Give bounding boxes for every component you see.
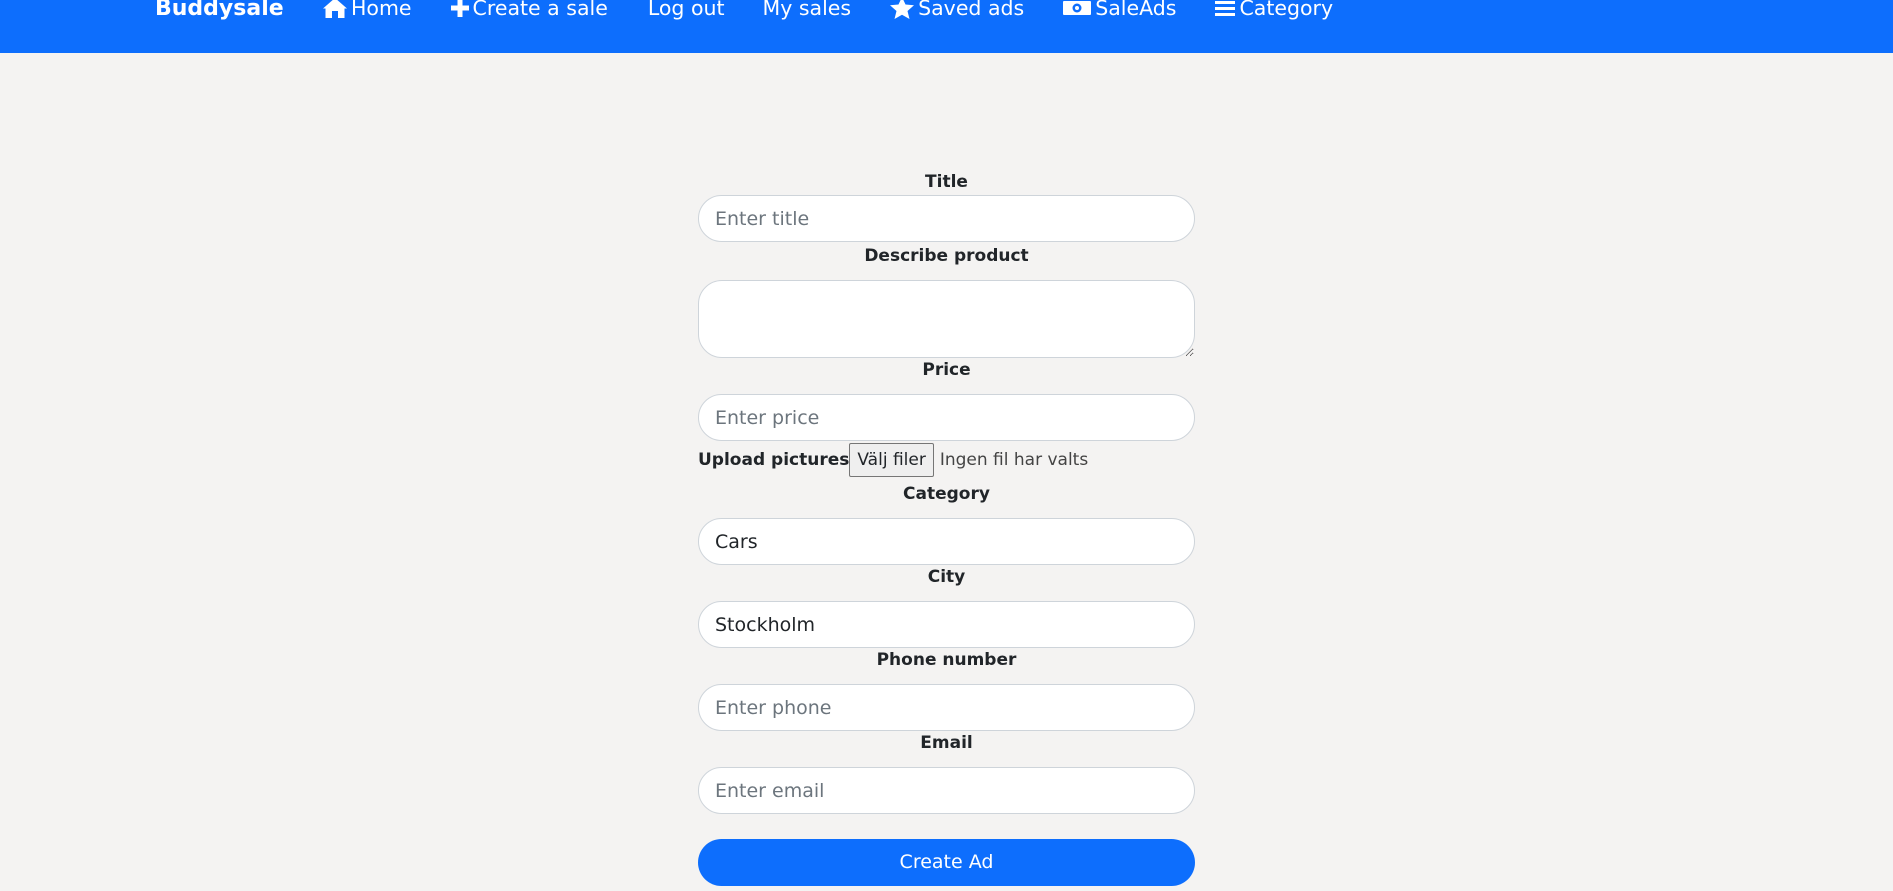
nav-home-label: Home: [351, 0, 412, 20]
nav-category[interactable]: Category: [1214, 0, 1333, 20]
home-icon: [323, 0, 347, 18]
nav-home[interactable]: Home: [322, 0, 412, 20]
choose-files-button[interactable]: Välj filer: [849, 443, 934, 477]
brand-logo[interactable]: Buddysale: [155, 0, 284, 21]
description-textarea[interactable]: [698, 280, 1195, 358]
city-input[interactable]: [698, 601, 1195, 648]
category-label: Category: [903, 484, 990, 504]
top-navbar: Buddysale Home Create a sale Log out My …: [0, 0, 1893, 53]
nav-category-label: Category: [1239, 0, 1334, 20]
title-input[interactable]: [698, 195, 1195, 242]
create-ad-button[interactable]: Create Ad: [698, 839, 1195, 886]
money-icon: [1063, 1, 1092, 15]
nav-saved-ads[interactable]: Saved ads: [889, 0, 1024, 20]
nav-menu: Home Create a sale Log out My sales Save…: [322, 0, 1371, 20]
nav-saved-ads-label: Saved ads: [918, 0, 1025, 20]
description-label: Describe product: [864, 246, 1029, 266]
nav-create-sale[interactable]: Create a sale: [450, 0, 608, 20]
email-label: Email: [920, 733, 973, 753]
city-label: City: [927, 567, 966, 587]
nav-saleads-label: SaleAds: [1095, 0, 1177, 20]
nav-my-sales[interactable]: My sales: [763, 0, 852, 20]
title-label: Title: [925, 172, 968, 192]
email-input[interactable]: [698, 767, 1195, 814]
nav-create-sale-label: Create a sale: [472, 0, 608, 20]
upload-row: Upload pictures Välj filer Ingen fil har…: [698, 442, 1195, 478]
nav-log-out-label: Log out: [647, 0, 725, 20]
menu-icon: [1215, 1, 1236, 16]
plus-icon: [450, 0, 469, 17]
star-icon: [890, 0, 915, 19]
category-input[interactable]: [698, 518, 1195, 565]
nav-my-sales-label: My sales: [762, 0, 852, 20]
nav-saleads[interactable]: SaleAds: [1062, 0, 1176, 20]
upload-label: Upload pictures: [698, 450, 850, 470]
price-input[interactable]: [698, 394, 1195, 441]
price-label: Price: [922, 360, 971, 380]
nav-log-out[interactable]: Log out: [648, 0, 725, 20]
phone-label: Phone number: [876, 650, 1017, 670]
phone-input[interactable]: [698, 684, 1195, 731]
file-status-text: Ingen fil har valts: [939, 450, 1089, 470]
create-ad-form: Title Describe product Price Upload pict…: [698, 170, 1195, 886]
